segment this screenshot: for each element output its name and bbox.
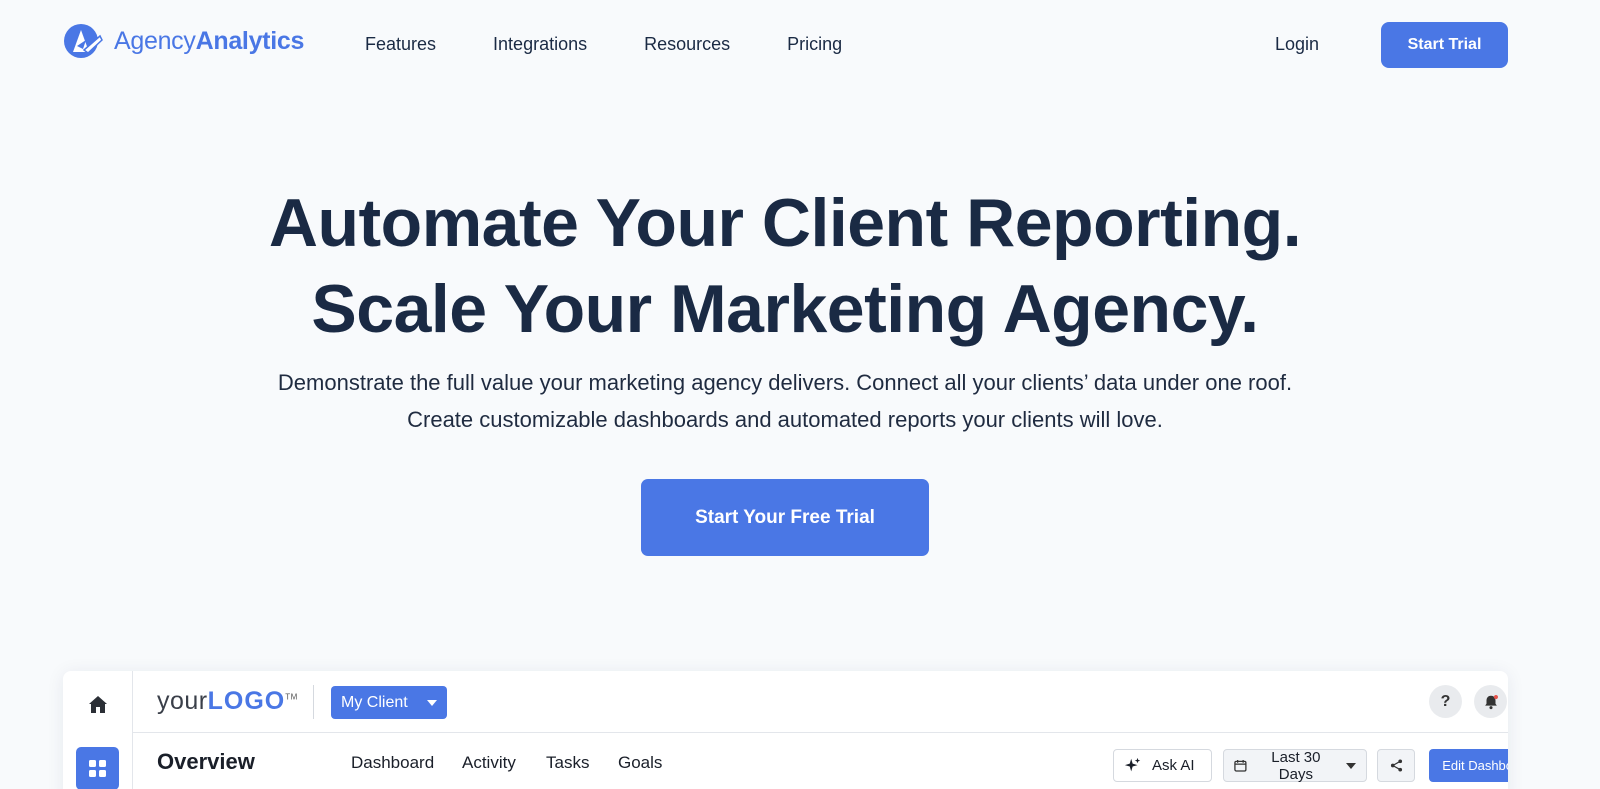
calendar-icon (1234, 760, 1247, 772)
client-selector-dropdown[interactable]: My Client (331, 686, 447, 719)
tab-activity[interactable]: Activity (462, 753, 516, 773)
nav-pricing[interactable]: Pricing (787, 34, 842, 55)
nav-links: Features Integrations Resources Pricing (365, 34, 899, 55)
ask-ai-button[interactable]: Ask AI (1113, 749, 1212, 782)
brand-logo[interactable]: AgencyAnalytics (62, 22, 304, 60)
sparkle-icon (1124, 757, 1141, 771)
top-nav: AgencyAnalytics Features Integrations Re… (0, 0, 1600, 90)
start-trial-button[interactable]: Start Trial (1381, 22, 1508, 68)
app-tabs-bar: Overview Dashboard Activity Tasks Goals … (133, 733, 1508, 789)
nav-features[interactable]: Features (365, 34, 436, 55)
nav-resources[interactable]: Resources (644, 34, 730, 55)
divider (313, 685, 314, 719)
app-sidebar (63, 671, 133, 789)
hero-title: Automate Your Client Reporting. Scale Yo… (0, 180, 1570, 352)
app-topbar: yourLOGOTM My Client ? (133, 671, 1508, 733)
hero-title-line-1: Automate Your Client Reporting. (268, 185, 1302, 261)
login-link[interactable]: Login (1275, 34, 1319, 55)
agencyanalytics-logo-icon (64, 24, 103, 58)
date-range-dropdown[interactable]: Last 30 Days (1223, 749, 1367, 783)
home-icon[interactable] (86, 693, 110, 717)
tab-tasks[interactable]: Tasks (546, 753, 589, 773)
help-icon[interactable]: ? (1429, 685, 1462, 718)
chevron-down-icon (1346, 762, 1356, 769)
dashboard-preview: yourLOGOTM My Client ? Overview Dashboar… (63, 671, 1508, 789)
chevron-down-icon (427, 700, 437, 706)
tab-dashboard[interactable]: Dashboard (351, 753, 434, 773)
edit-dashboard-button[interactable]: Edit Dashboard (1429, 749, 1508, 782)
nav-integrations[interactable]: Integrations (493, 34, 587, 55)
hero-title-line-2: Scale Your Marketing Agency. (311, 271, 1259, 347)
bell-icon[interactable] (1474, 685, 1507, 718)
start-free-trial-button[interactable]: Start Your Free Trial (641, 479, 929, 556)
client-logo: yourLOGOTM (157, 687, 298, 715)
hero-subtitle: Demonstrate the full value your marketin… (277, 370, 1293, 432)
brand-name: AgencyAnalytics (114, 26, 305, 55)
tab-goals[interactable]: Goals (618, 753, 662, 773)
grid-icon[interactable] (76, 747, 119, 789)
share-button[interactable] (1377, 749, 1415, 782)
share-icon (1390, 759, 1402, 772)
page-title: Overview (157, 749, 255, 774)
